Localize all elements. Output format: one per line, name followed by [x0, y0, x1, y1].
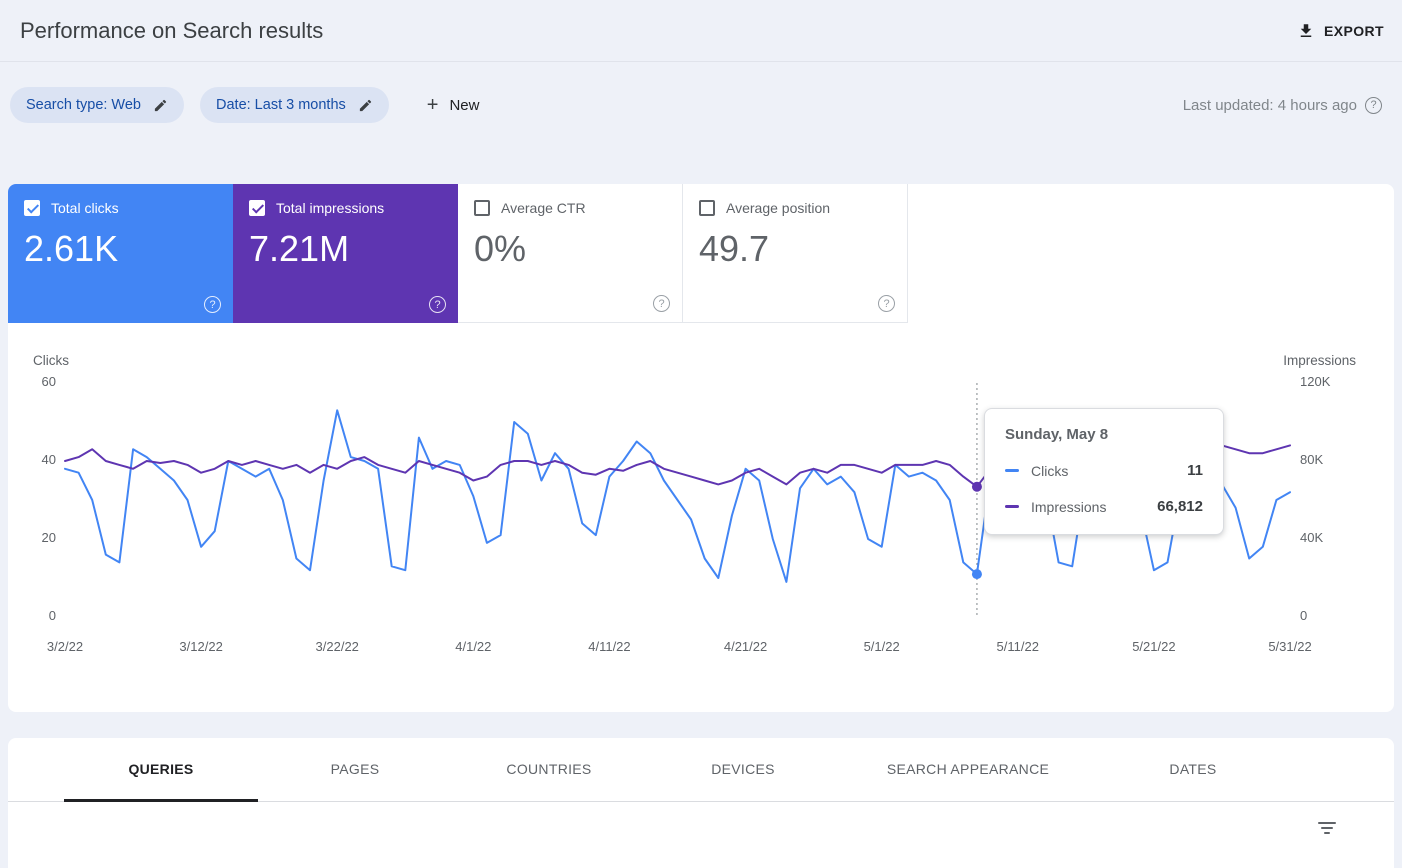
- performance-chart: Clicks Impressions Sunday, May 8 Clicks …: [8, 323, 1394, 712]
- x-axis-tick: 5/1/22: [863, 639, 900, 654]
- x-axis-tick: 4/1/22: [455, 639, 492, 654]
- metric-label: Total impressions: [276, 200, 385, 216]
- tab-countries[interactable]: COUNTRIES: [452, 738, 646, 802]
- table-toolbar: [8, 802, 1394, 838]
- tab-dates[interactable]: DATES: [1096, 738, 1290, 802]
- help-icon[interactable]: ?: [878, 295, 895, 312]
- help-icon[interactable]: ?: [204, 296, 221, 313]
- y-axis-right-tick: 0: [1300, 608, 1308, 623]
- x-axis-tick: 4/21/22: [723, 639, 768, 654]
- export-button[interactable]: EXPORT: [1297, 22, 1384, 40]
- edit-pencil-icon: [359, 99, 371, 111]
- tooltip-impressions-label: Impressions: [1031, 498, 1107, 515]
- help-icon[interactable]: ?: [429, 296, 446, 313]
- dimension-table-card: QUERIES PAGES COUNTRIES DEVICES SEARCH A…: [8, 738, 1394, 868]
- x-axis-tick: 3/2/22: [46, 639, 84, 654]
- checkbox-icon[interactable]: [249, 200, 265, 216]
- y-axis-right-tick: 80K: [1300, 452, 1324, 467]
- date-range-label: Date: Last 3 months: [216, 97, 346, 113]
- metric-value: 7.21M: [249, 228, 350, 269]
- x-axis-tick: 5/11/22: [996, 639, 1039, 654]
- y-axis-left-tick: 40: [41, 452, 56, 467]
- dimension-tabs: QUERIES PAGES COUNTRIES DEVICES SEARCH A…: [8, 738, 1394, 802]
- checkbox-icon[interactable]: [474, 200, 490, 216]
- page-header: Performance on Search results EXPORT: [0, 0, 1402, 62]
- x-axis-tick: 5/21/22: [1132, 639, 1176, 654]
- clicks-highlight-dot: [971, 569, 982, 580]
- y-axis-left-tick: 60: [41, 374, 56, 389]
- y-axis-right-tick: 40K: [1300, 530, 1324, 545]
- x-axis-tick: 4/11/22: [588, 639, 631, 654]
- metric-value: 49.7: [699, 228, 770, 269]
- performance-card: Total clicks 2.61K ? Total impressions 7…: [8, 184, 1394, 712]
- last-updated: Last updated: 4 hours ago ?: [1182, 96, 1382, 114]
- tooltip-impressions-value: 66,812: [1157, 498, 1203, 515]
- impressions-highlight-dot: [971, 481, 982, 492]
- tooltip-impressions-row: Impressions 66,812: [1005, 498, 1203, 515]
- metric-card-0[interactable]: Total clicks 2.61K ?: [8, 184, 233, 323]
- metric-label: Average CTR: [501, 200, 586, 216]
- x-axis-tick: 3/12/22: [179, 639, 223, 654]
- checkbox-icon[interactable]: [24, 200, 40, 216]
- metric-label: Total clicks: [51, 200, 119, 216]
- checkbox-icon[interactable]: [699, 200, 715, 216]
- metric-card-2[interactable]: Average CTR 0% ?: [458, 184, 683, 323]
- help-icon[interactable]: ?: [1365, 96, 1382, 114]
- tooltip-clicks-label: Clicks: [1031, 462, 1069, 479]
- last-updated-text: Last updated: 4 hours ago: [1182, 96, 1357, 114]
- metric-summary-row: Total clicks 2.61K ? Total impressions 7…: [8, 184, 1394, 323]
- export-label: EXPORT: [1324, 22, 1384, 39]
- impressions-legend-dash-icon: [1005, 505, 1019, 508]
- y-axis-right-tick: 120K: [1300, 374, 1331, 389]
- metric-card-1[interactable]: Total impressions 7.21M ?: [233, 184, 458, 323]
- tab-search-appearance[interactable]: SEARCH APPEARANCE: [840, 738, 1096, 802]
- x-axis-tick: 5/31/22: [1268, 639, 1312, 654]
- y-axis-left-tick: 20: [41, 530, 56, 545]
- search-type-chip[interactable]: Search type: Web: [10, 87, 184, 123]
- metric-card-3[interactable]: Average position 49.7 ?: [683, 184, 908, 323]
- filter-list-icon[interactable]: [1314, 818, 1340, 838]
- metric-value: 2.61K: [24, 228, 119, 269]
- tooltip-clicks-row: Clicks 11: [1005, 462, 1203, 479]
- clicks-legend-dash-icon: [1005, 469, 1019, 472]
- page-title: Performance on Search results: [20, 17, 324, 43]
- metric-value: 0%: [474, 228, 527, 269]
- new-filter-button[interactable]: + New: [427, 95, 480, 115]
- filter-bar: Search type: Web Date: Last 3 months + N…: [0, 62, 1402, 148]
- new-filter-label: New: [449, 96, 480, 114]
- tab-queries[interactable]: QUERIES: [64, 738, 258, 802]
- search-type-label: Search type: Web: [26, 97, 141, 113]
- left-axis-title: Clicks: [33, 353, 69, 368]
- tooltip-clicks-value: 11: [1187, 462, 1203, 479]
- chart-tooltip: Sunday, May 8 Clicks 11 Impressions 66,8…: [984, 408, 1224, 535]
- right-axis-title: Impressions: [1283, 353, 1356, 368]
- y-axis-left-tick: 0: [48, 608, 56, 623]
- date-range-chip[interactable]: Date: Last 3 months: [200, 87, 389, 123]
- tooltip-date: Sunday, May 8: [1005, 426, 1109, 443]
- x-axis-tick: 3/22/22: [315, 639, 359, 654]
- help-icon[interactable]: ?: [653, 295, 670, 312]
- tab-devices[interactable]: DEVICES: [646, 738, 840, 802]
- download-icon: [1300, 23, 1312, 37]
- tab-pages[interactable]: PAGES: [258, 738, 452, 802]
- edit-pencil-icon: [154, 99, 167, 111]
- metric-label: Average position: [726, 200, 831, 216]
- plus-icon: +: [426, 94, 439, 116]
